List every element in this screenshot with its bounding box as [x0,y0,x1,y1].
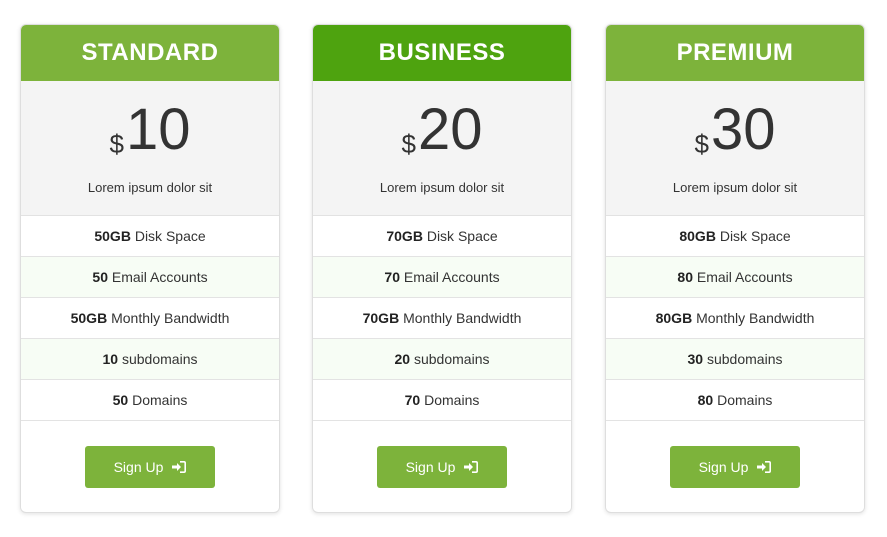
plan-header: STANDARD [21,25,279,81]
feature-disk-space: 70GB Disk Space [313,216,571,257]
feature-label: Disk Space [719,228,791,244]
feature-label: subdomains [706,351,783,367]
feature-label: Domains [132,392,188,408]
plan-title: PREMIUM [676,39,794,66]
plan-card-business: BUSINESS $ 20 Lorem ipsum dolor sit 70GB… [312,24,572,513]
price-amount: 10 [125,97,191,162]
feature-monthly-bandwidth: 70GB Monthly Bandwidth [313,298,571,339]
feature-value: 50 [92,269,108,285]
feature-subdomains: 30 subdomains [606,339,864,380]
feature-label: Monthly Bandwidth [403,310,522,326]
feature-disk-space: 80GB Disk Space [606,216,864,257]
feature-value: 70 [404,392,421,408]
sign-in-icon [757,461,772,473]
feature-value: 80 [697,392,714,408]
price: $ 10 [21,81,279,159]
feature-label: Monthly Bandwidth [696,310,815,326]
signup-area: Sign Up [21,446,279,488]
feature-label: Monthly Bandwidth [111,310,230,326]
currency-symbol: $ [401,129,416,159]
plan-card-premium: PREMIUM $ 30 Lorem ipsum dolor sit 80GB … [605,24,865,513]
feature-label: Domains [424,392,480,408]
feature-subdomains: 20 subdomains [313,339,571,380]
feature-value: 50GB [94,228,131,244]
price: $ 30 [606,81,864,159]
feature-email-accounts: 70 Email Accounts [313,257,571,298]
feature-value: 30 [687,351,704,367]
plan-description: Lorem ipsum dolor sit [672,180,798,195]
feature-label: Disk Space [134,228,206,244]
feature-value: 10 [102,351,119,367]
signup-area: Sign Up [313,446,571,488]
sign-up-label: Sign Up [405,459,456,475]
feature-label: Email Accounts [403,269,500,285]
feature-label: subdomains [413,351,490,367]
plan-title: BUSINESS [378,39,506,66]
feature-disk-space: 50GB Disk Space [21,216,279,257]
feature-value: 80GB [655,310,693,326]
feature-label: Domains [717,392,773,408]
feature-value: 80 [677,269,693,285]
price-box: $ 20 Lorem ipsum dolor sit [313,81,571,216]
sign-up-button[interactable]: Sign Up [85,446,215,488]
sign-up-label: Sign Up [698,459,749,475]
feature-list: 50GB Disk Space 50 Email Accounts 50GB M… [21,216,279,421]
sign-in-icon [464,461,479,473]
feature-domains: 50 Domains [21,380,279,421]
sign-up-label: Sign Up [113,459,164,475]
feature-value: 20 [394,351,411,367]
feature-email-accounts: 50 Email Accounts [21,257,279,298]
feature-value: 80GB [679,228,716,244]
feature-domains: 70 Domains [313,380,571,421]
feature-label: Email Accounts [696,269,793,285]
sign-up-button[interactable]: Sign Up [670,446,800,488]
feature-label: subdomains [121,351,198,367]
price: $ 20 [313,81,571,159]
plan-header: BUSINESS [313,25,571,81]
feature-email-accounts: 80 Email Accounts [606,257,864,298]
price-box: $ 10 Lorem ipsum dolor sit [21,81,279,216]
feature-domains: 80 Domains [606,380,864,421]
plan-header: PREMIUM [606,25,864,81]
plan-title: STANDARD [81,39,219,66]
feature-monthly-bandwidth: 50GB Monthly Bandwidth [21,298,279,339]
price-amount: 30 [710,97,776,162]
plan-card-standard: STANDARD $ 10 Lorem ipsum dolor sit 50GB… [20,24,280,513]
currency-symbol: $ [109,129,124,159]
sign-up-button[interactable]: Sign Up [377,446,507,488]
feature-subdomains: 10 subdomains [21,339,279,380]
feature-list: 80GB Disk Space 80 Email Accounts 80GB M… [606,216,864,421]
feature-value: 70GB [386,228,423,244]
price-amount: 20 [417,97,483,162]
feature-label: Email Accounts [111,269,208,285]
plan-description: Lorem ipsum dolor sit [87,180,213,195]
feature-value: 50GB [70,310,108,326]
feature-monthly-bandwidth: 80GB Monthly Bandwidth [606,298,864,339]
feature-list: 70GB Disk Space 70 Email Accounts 70GB M… [313,216,571,421]
currency-symbol: $ [694,129,709,159]
price-box: $ 30 Lorem ipsum dolor sit [606,81,864,216]
pricing-table: STANDARD $ 10 Lorem ipsum dolor sit 50GB… [0,0,887,537]
sign-in-icon [172,461,187,473]
feature-value: 70GB [362,310,400,326]
plan-description: Lorem ipsum dolor sit [379,180,505,195]
signup-area: Sign Up [606,446,864,488]
feature-value: 50 [112,392,129,408]
feature-value: 70 [384,269,400,285]
feature-label: Disk Space [426,228,498,244]
